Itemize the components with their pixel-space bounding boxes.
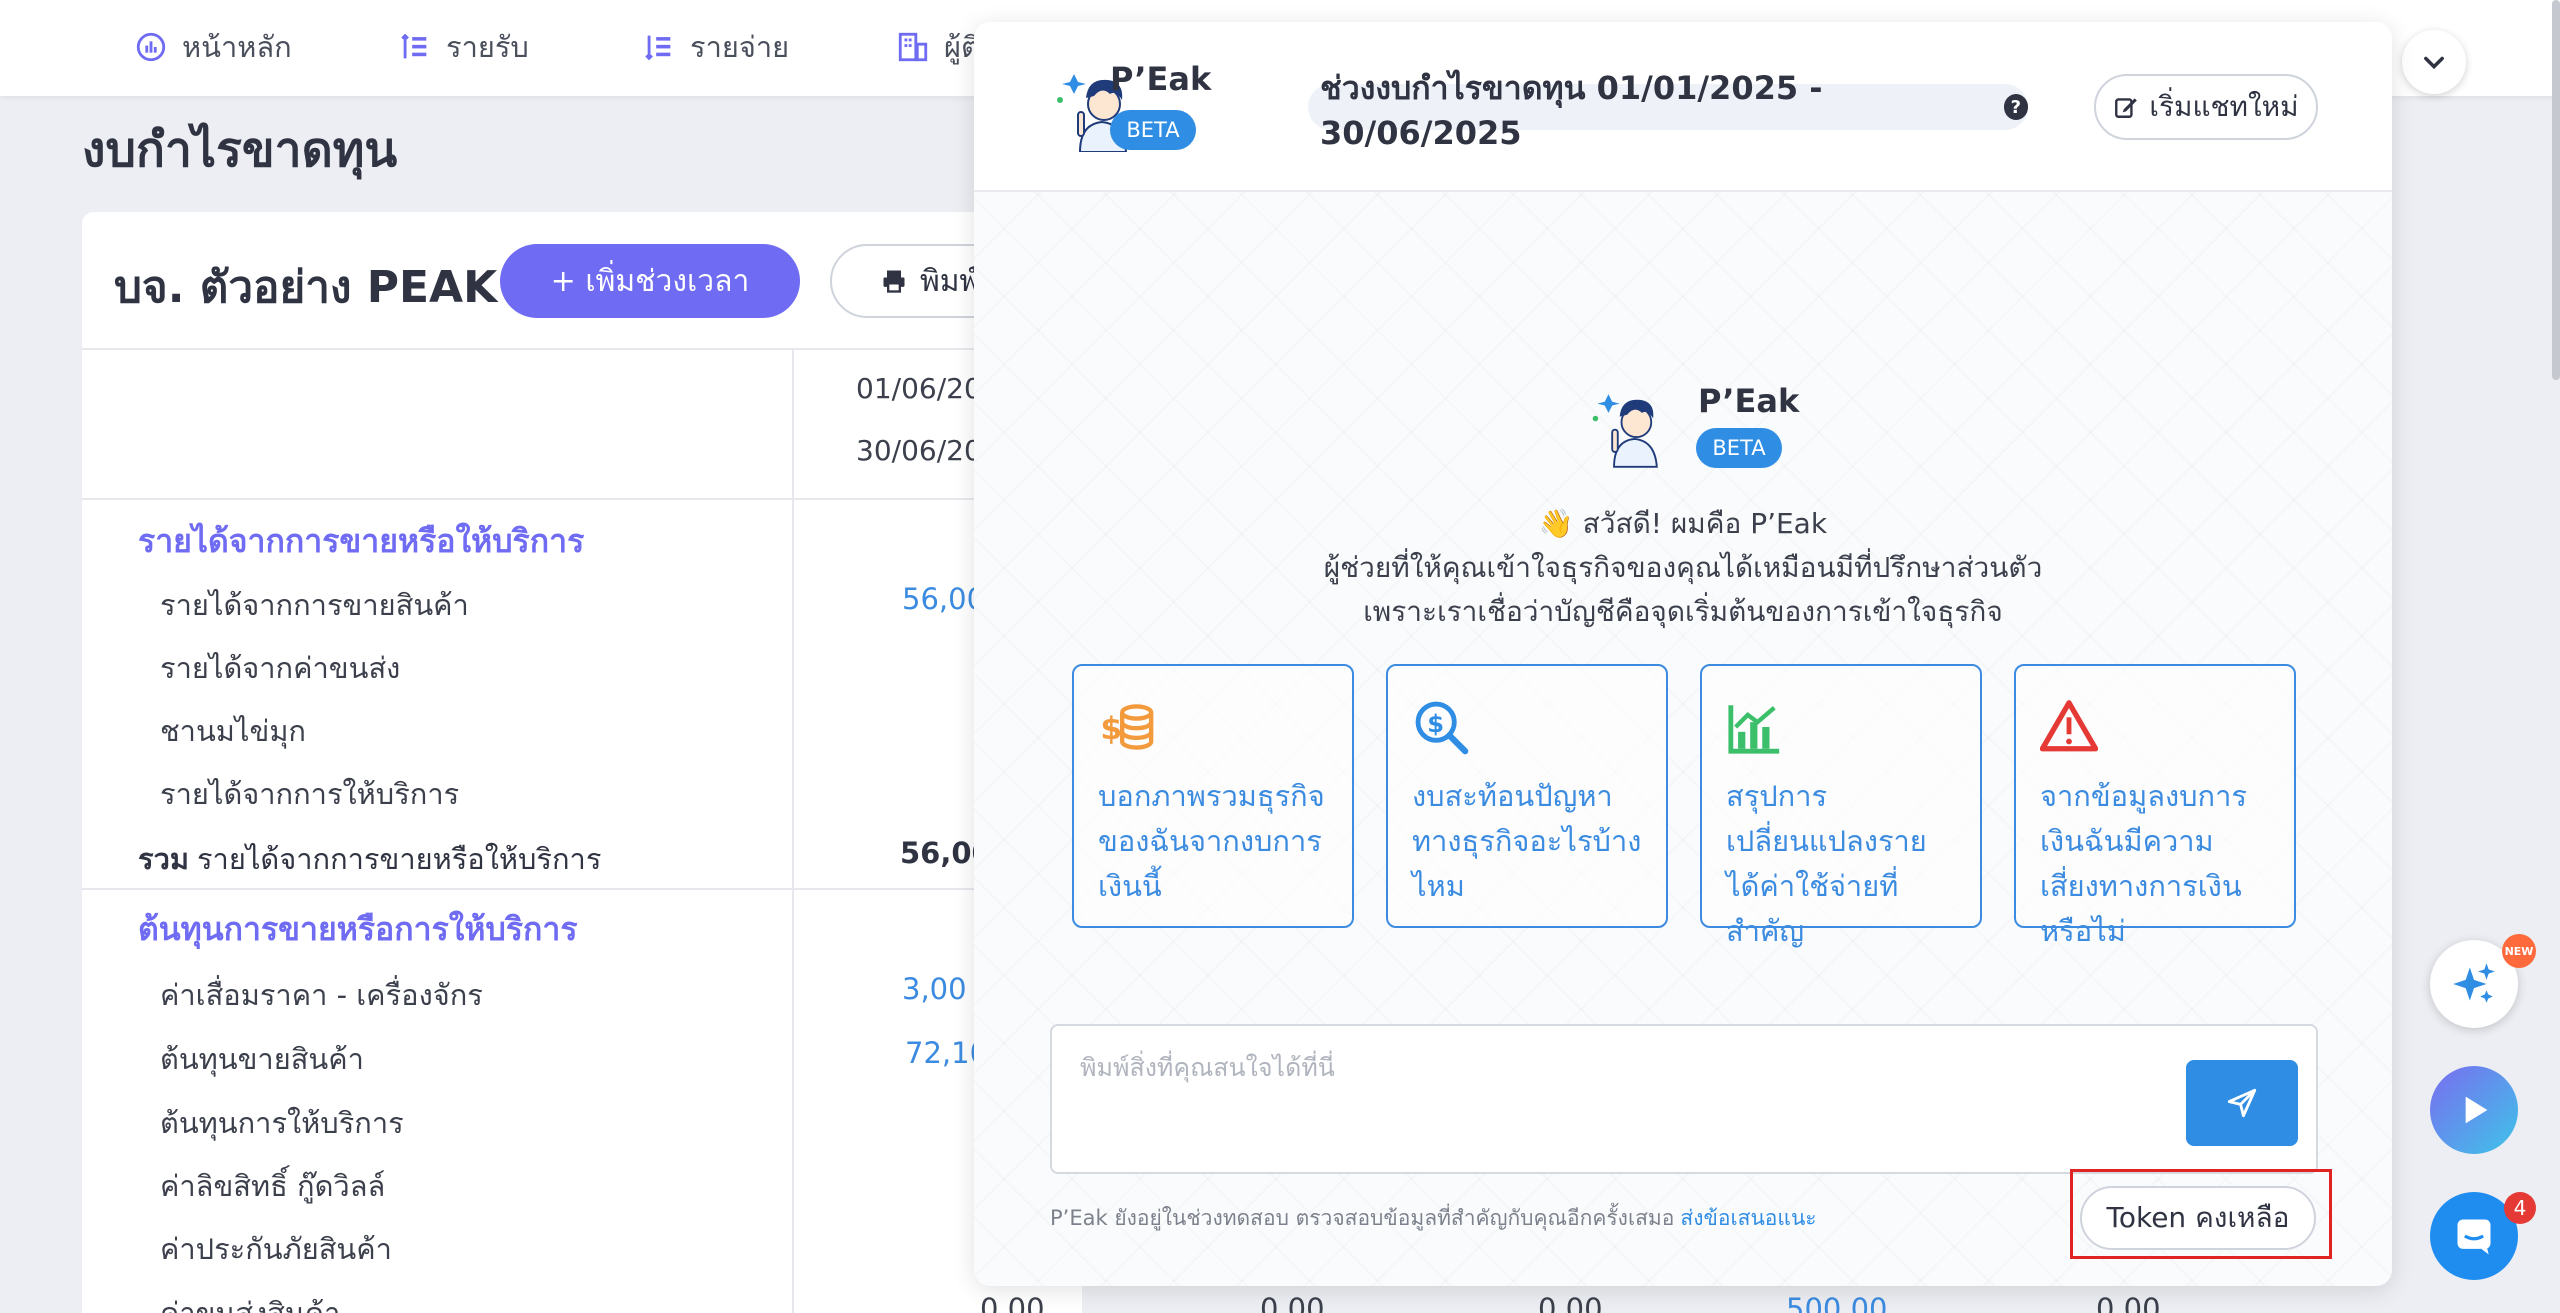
contacts-icon (898, 32, 928, 62)
table-row-label: รายได้จากการขายสินค้า (160, 588, 469, 622)
suggestion-text: จากข้อมูลงบการเงินฉันมีความเสี่ยงทางการเ… (2040, 779, 2247, 948)
feedback-link[interactable]: ส่งข้อเสนอแนะ (1680, 1206, 1816, 1230)
suggestion-card[interactable]: $ บอกภาพรวมธุรกิจของฉันจากงบการเงินนี้ (1072, 664, 1354, 928)
beta-badge: BETA (1696, 428, 1782, 468)
collapse-button[interactable] (2402, 30, 2466, 94)
svg-text:$: $ (1427, 710, 1444, 738)
help-icon[interactable]: ? (2003, 94, 2028, 120)
suggestion-card[interactable]: $ งบสะท้อนปัญหาทางธุรกิจอะไรบ้างไหม (1386, 664, 1668, 928)
svg-text:$: $ (1100, 711, 1122, 747)
period-start-date: 01/06/20 (856, 372, 982, 405)
ai-chat-panel: P’Eak BETA ช่วงงบกำไรขาดทุน 01/01/2025 -… (974, 22, 2392, 1286)
greeting-text: เพราะเราเชื่อว่าบัญชีคือจุดเริ่มต้นของกา… (1363, 595, 2003, 628)
suggestion-text: บอกภาพรวมธุรกิจของฉันจากงบการเงินนี้ (1098, 779, 1325, 903)
period-label: ช่วงงบกำไรขาดทุน 01/01/2025 - 30/06/2025 (1320, 68, 1823, 152)
bar-chart-icon (1728, 705, 1780, 754)
disclaimer-text: P’Eak ยังอยู่ในช่วงทดสอบ ตรวจสอบข้อมูลที… (1050, 1206, 1675, 1230)
divider (82, 498, 1082, 500)
bot-name: P’Eak (1698, 382, 1800, 420)
print-label: พิมพ์ (920, 263, 980, 299)
beta-badge: BETA (1110, 110, 1196, 150)
period-end-date: 30/06/20 (856, 434, 982, 467)
chat-input-box (1050, 1024, 2318, 1174)
new-chat-button[interactable]: เริ่มแชทใหม่ (2094, 74, 2318, 140)
table-row-label: ต้นทุนขายสินค้า (160, 1042, 364, 1076)
nav-item-home[interactable]: หน้าหลัก (134, 22, 292, 72)
chat-header: P’Eak BETA ช่วงงบกำไรขาดทุน 01/01/2025 -… (974, 22, 2392, 192)
income-icon (401, 33, 427, 59)
report-card: บจ. ตัวอย่าง PEAK + เพิ่มช่วงเวลา พิมพ์ … (82, 212, 1082, 1313)
total-row-label: รวม รายได้จากการขายหรือให้บริการ (138, 836, 601, 882)
new-badge: NEW (2502, 934, 2536, 968)
section-title-revenue: รายได้จากการขายหรือให้บริการ (138, 522, 585, 560)
money-search-icon: $ (1415, 701, 1469, 755)
table-row-value[interactable]: 56,00 (902, 582, 985, 616)
printer-icon (883, 270, 905, 293)
nav-item-contacts[interactable]: ผู้ติ (896, 22, 980, 72)
page-title: งบกำไรขาดทุน (82, 122, 398, 178)
dashboard-icon (136, 32, 166, 62)
chat-bubble-icon (2457, 1219, 2491, 1255)
video-play-button[interactable] (2430, 1066, 2518, 1154)
play-icon (2465, 1096, 2488, 1124)
table-row-label: ค่าประกันภัยสินค้า (160, 1232, 392, 1266)
divider (82, 888, 1082, 890)
nav-label: รายรับ (446, 30, 529, 64)
bot-name: P’Eak (1110, 60, 1212, 98)
send-icon (2227, 1088, 2257, 1118)
add-period-button[interactable]: + เพิ่มช่วงเวลา (500, 244, 800, 318)
greeting-title: 👋 สวัสดี! ผมคือ P’Eak (1538, 507, 1828, 540)
table-row-label: ชานมไข่มุก (160, 714, 306, 748)
warning-icon (2040, 700, 2098, 752)
table-row-label: ค่าขนส่งสินค้า (160, 1296, 341, 1313)
send-button[interactable] (2186, 1060, 2298, 1146)
total-prefix: รวม (138, 842, 189, 876)
suggestion-card[interactable]: จากข้อมูลงบการเงินฉันมีความเสี่ยงทางการเ… (2014, 664, 2296, 948)
sparkle-icon (2453, 963, 2495, 1003)
period-pill: ช่วงงบกำไรขาดทุน 01/01/2025 - 30/06/2025… (1308, 69, 2028, 152)
chevron-down-icon (2424, 56, 2444, 70)
table-row-label: ค่าลิขสิทธิ์ กู๊ดวิลล์ (160, 1169, 386, 1203)
table-cell: 0.00 (2096, 1292, 2161, 1313)
total-text: รายได้จากการขายหรือให้บริการ (196, 842, 602, 876)
section-title-cost: ต้นทุนการขายหรือการให้บริการ (138, 910, 578, 948)
table-cell: 0.00 (1538, 1292, 1603, 1313)
report-header: บจ. ตัวอย่าง PEAK + เพิ่มช่วงเวลา พิมพ์ (82, 212, 1082, 350)
table-row-label: ต้นทุนการให้บริการ (160, 1106, 404, 1140)
table-cell: 0.00 (980, 1292, 1045, 1313)
nav-label: หน้าหลัก (182, 30, 292, 64)
chat-input[interactable] (1080, 1048, 2140, 1148)
table-row-label: รายได้จากค่าขนส่ง (160, 651, 401, 685)
suggestion-text: งบสะท้อนปัญหาทางธุรกิจอะไรบ้างไหม (1412, 779, 1642, 903)
suggestion-text: สรุปการเปลี่ยนแปลงรายได้ค่าใช้จ่ายที่สำค… (1726, 779, 1927, 948)
company-name: บจ. ตัวอย่าง PEAK (114, 262, 498, 313)
column-divider (792, 350, 794, 1313)
token-remaining-button[interactable]: Token คงเหลือ (2080, 1186, 2316, 1250)
nav-item-expense[interactable]: รายจ่าย (642, 22, 789, 72)
table-cell[interactable]: 500.00 (1786, 1292, 1887, 1313)
notification-badge: 4 (2504, 1192, 2536, 1224)
new-chat-label: เริ่มแชทใหม่ (2149, 90, 2299, 123)
table-row-label: ค่าเสื่อมราคา - เครื่องจักร (160, 978, 483, 1012)
nav-item-income[interactable]: รายรับ (398, 22, 529, 72)
disclaimer: P’Eak ยังอยู่ในช่วงทดสอบ ตรวจสอบข้อมูลที… (1050, 1202, 1817, 1235)
coins-icon: $ (1100, 704, 1154, 750)
table-cell: 0.00 (1260, 1292, 1325, 1313)
expense-icon (645, 35, 671, 61)
edit-icon (2115, 98, 2138, 118)
table-row-value[interactable]: 3,00 (902, 972, 967, 1006)
suggestion-card[interactable]: สรุปการเปลี่ยนแปลงรายได้ค่าใช้จ่ายที่สำค… (1700, 664, 1982, 948)
greeting-text: ผู้ช่วยที่ให้คุณเข้าใจธุรกิจของคุณได้เหม… (1323, 551, 2043, 584)
page-scrollbar[interactable] (2552, 0, 2560, 380)
bot-avatar-icon (1592, 394, 1658, 468)
table-row-label: รายได้จากการให้บริการ (160, 777, 460, 811)
nav-label: รายจ่าย (690, 30, 790, 64)
